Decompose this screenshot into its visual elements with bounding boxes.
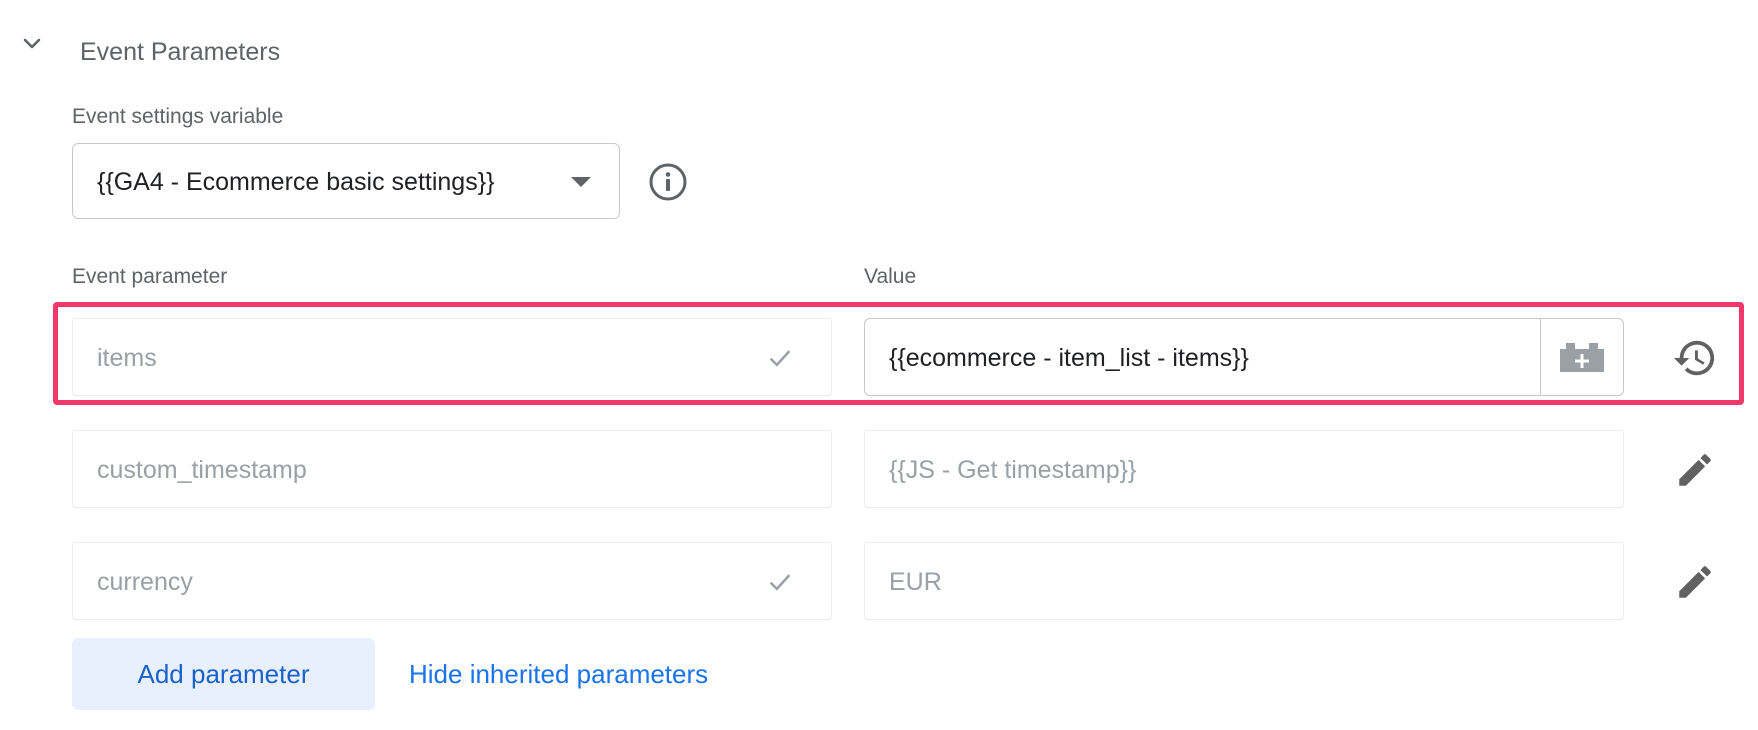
pencil-icon <box>1679 454 1711 486</box>
value-column-header: Value <box>864 265 917 288</box>
event-settings-label: Event settings variable <box>72 105 284 128</box>
event-parameters-panel: Event Parameters Event settings variable… <box>0 0 1758 730</box>
param-name-text: items <box>97 344 157 372</box>
pencil-icon <box>1679 566 1711 598</box>
edit-button[interactable] <box>1672 559 1718 605</box>
lego-block-add-icon <box>1560 343 1604 372</box>
param-name-field[interactable]: custom_timestamp <box>72 430 832 508</box>
reset-history-button[interactable] <box>1672 335 1718 381</box>
parameter-row: custom_timestamp {{JS - Get timestamp}} <box>0 430 1758 508</box>
event-parameter-column-header: Event parameter <box>72 265 228 288</box>
collapse-button[interactable] <box>18 30 46 58</box>
event-settings-value: {{GA4 - Ecommerce basic settings}} <box>97 168 495 196</box>
edit-button[interactable] <box>1672 447 1718 493</box>
check-icon <box>769 574 791 591</box>
section-header <box>18 30 46 58</box>
add-parameter-button[interactable]: Add parameter <box>72 638 375 710</box>
hide-inherited-parameters-link[interactable]: Hide inherited parameters <box>409 659 708 690</box>
chevron-down-icon <box>23 38 41 49</box>
check-icon <box>769 350 791 367</box>
param-value-text: EUR <box>889 568 942 596</box>
param-value-input[interactable]: {{ecommerce - item_list - items}} <box>864 318 1624 396</box>
parameter-row: currency EUR <box>0 542 1758 620</box>
param-name-field[interactable]: currency <box>72 542 832 620</box>
dropdown-arrow-icon <box>571 177 591 187</box>
param-name-text: custom_timestamp <box>97 456 307 484</box>
param-name-text: currency <box>97 568 193 596</box>
param-value-text: {{JS - Get timestamp}} <box>889 456 1137 484</box>
param-value-field[interactable]: {{JS - Get timestamp}} <box>864 430 1624 508</box>
parameter-row: items {{ecommerce - item_list - items}} <box>0 318 1758 396</box>
param-value-text: {{ecommerce - item_list - items}} <box>889 344 1249 372</box>
history-icon <box>1673 340 1715 376</box>
event-settings-select[interactable]: {{GA4 - Ecommerce basic settings}} <box>72 143 620 219</box>
param-name-field[interactable]: items <box>72 318 832 396</box>
param-value-field[interactable]: EUR <box>864 542 1624 620</box>
section-title: Event Parameters <box>80 38 281 66</box>
info-icon[interactable] <box>648 162 688 202</box>
variable-picker-button[interactable] <box>1540 319 1623 395</box>
